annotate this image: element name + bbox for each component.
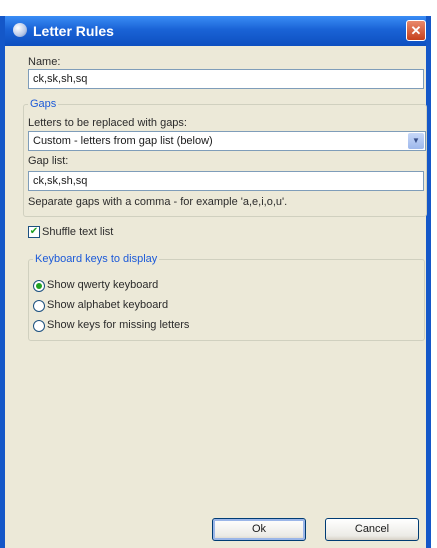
chevron-down-icon[interactable]: ▼ [408, 133, 424, 149]
name-label: Name: [28, 56, 61, 68]
window-title: Letter Rules [33, 23, 114, 39]
gap-list-label: Gap list: [28, 155, 69, 167]
radio-alphabet[interactable] [33, 300, 45, 312]
name-input[interactable]: ck,sk,sh,sq [28, 69, 424, 89]
shuffle-checkbox[interactable]: ✔ [28, 226, 40, 238]
option-missing-label[interactable]: Show keys for missing letters [47, 319, 189, 331]
gaps-legend: Gaps [28, 98, 59, 110]
ok-button[interactable]: Ok [212, 518, 306, 541]
letter-rules-dialog: Letter Rules ✕ Name: ck,sk,sh,sq Gaps Le… [0, 16, 431, 548]
app-icon [13, 23, 27, 37]
gap-list-hint: Separate gaps with a comma - for example… [28, 196, 288, 208]
radio-selected-dot [36, 283, 42, 289]
title-bar[interactable]: Letter Rules ✕ [5, 16, 426, 46]
replace-select-value: Custom - letters from gap list (below) [33, 135, 213, 147]
shuffle-label[interactable]: Shuffle text list [42, 226, 113, 238]
option-qwerty-label[interactable]: Show qwerty keyboard [47, 279, 158, 291]
option-alphabet-label[interactable]: Show alphabet keyboard [47, 299, 168, 311]
replace-label: Letters to be replaced with gaps: [28, 117, 187, 129]
gap-list-input[interactable]: ck,sk,sh,sq [28, 171, 424, 191]
replace-select[interactable]: Custom - letters from gap list (below) ▼ [28, 131, 426, 151]
radio-missing-letters[interactable] [33, 320, 45, 332]
close-icon[interactable]: ✕ [406, 20, 426, 41]
keyboard-legend: Keyboard keys to display [33, 253, 160, 265]
radio-qwerty[interactable] [33, 280, 45, 292]
cancel-button[interactable]: Cancel [325, 518, 419, 541]
